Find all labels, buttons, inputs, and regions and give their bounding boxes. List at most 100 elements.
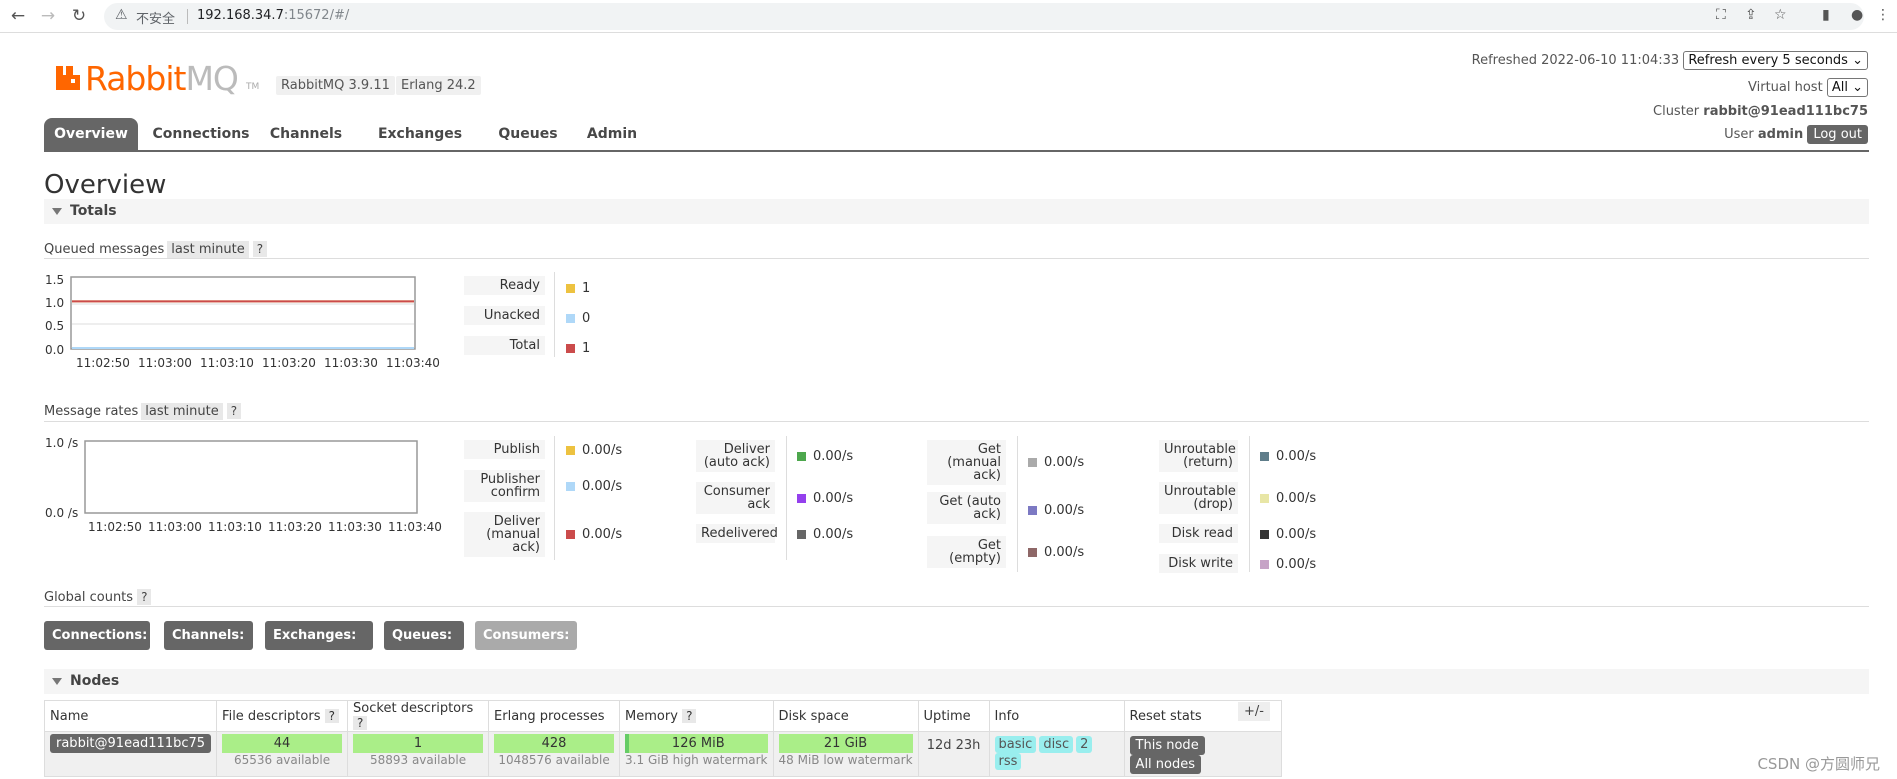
- help-button[interactable]: ?: [137, 589, 152, 605]
- logout-button[interactable]: Log out: [1807, 125, 1868, 144]
- vhost-select[interactable]: All ⌄: [1826, 78, 1868, 97]
- queues-count-button[interactable]: Queues: 7: [384, 621, 464, 672]
- x-tick-label: 11:03:40: [386, 356, 440, 370]
- rate-label-redelivered: Redelivered: [696, 524, 778, 543]
- menu-icon[interactable]: ⋮: [1876, 7, 1890, 23]
- star-icon[interactable]: ☆: [1774, 7, 1787, 23]
- col-header-uptime-text: Uptime: [923, 708, 971, 724]
- rate-value-text: 0.00/s: [1276, 557, 1317, 572]
- global-counts-header: Global counts?: [44, 589, 152, 605]
- col-header-disk-space: Disk space: [772, 700, 919, 732]
- rate-label-publisher-confirm: Publisher confirm: [464, 470, 545, 502]
- refresh-select[interactable]: Refresh every 5 seconds ⌄: [1683, 51, 1868, 70]
- column-toggle-button[interactable]: +/-: [1238, 702, 1270, 721]
- back-icon[interactable]: ←: [6, 4, 30, 28]
- rates-label: Message rates: [44, 404, 139, 419]
- legend-swatch: [566, 482, 575, 491]
- rate-value-text: 0.00/s: [582, 527, 623, 542]
- col-header-file-descriptors: File descriptors ?: [216, 700, 349, 732]
- logo-text-rabbit: Rabbit: [85, 59, 186, 98]
- rate-label-consumer-ack: Consumer ack: [696, 482, 775, 514]
- legend-swatch: [566, 284, 575, 293]
- tab-queues[interactable]: Queues: [488, 118, 568, 151]
- forward-icon[interactable]: →: [36, 4, 60, 28]
- rate-value-redelivered: 0.00/s: [797, 527, 853, 542]
- legend-swatch: [1260, 560, 1269, 569]
- col-header-info: Info: [988, 700, 1125, 732]
- legend-swatch: [1028, 458, 1037, 467]
- chevron-down-icon: ⌄: [1852, 80, 1863, 95]
- col-header-reset-text: Reset stats: [1129, 708, 1202, 724]
- rate-value-consumer-ack: 0.00/s: [797, 491, 853, 506]
- reset-all-nodes-button[interactable]: All nodes: [1129, 755, 1202, 774]
- collapse-triangle-icon: [52, 678, 62, 685]
- share-icon[interactable]: ⇪: [1745, 7, 1757, 23]
- legend-swatch: [1028, 506, 1037, 515]
- cluster-name[interactable]: rabbit@91ead111bc75: [1703, 104, 1868, 119]
- help-button[interactable]: ?: [252, 241, 268, 257]
- rate-label-publish: Publish: [464, 440, 545, 459]
- rate-value-deliver-auto: 0.00/s: [797, 449, 853, 464]
- cell-erlang-processes: 428 1048576 available: [488, 731, 621, 777]
- rate-value-text: 0.00/s: [1044, 545, 1085, 560]
- vhost-label: Virtual host: [1748, 80, 1823, 95]
- help-button[interactable]: ?: [226, 403, 242, 419]
- address-bar[interactable]: ⚠ 不安全 192.168.34.7:15672/#/: [104, 3, 1864, 30]
- help-button[interactable]: ?: [324, 708, 339, 723]
- translate-icon[interactable]: ⛶: [1716, 7, 1726, 23]
- info-badge-disc: disc: [1039, 736, 1074, 753]
- connections-count-button[interactable]: Connections: 1: [44, 621, 150, 672]
- channels-count-button[interactable]: Channels: 4: [164, 621, 253, 672]
- tab-connections[interactable]: Connections: [150, 118, 252, 151]
- legend-label-ready: Ready: [464, 276, 545, 295]
- legend-value-text: 1: [582, 281, 591, 296]
- cell-uptime: 12d 23h: [917, 731, 990, 777]
- rate-label-unroutable-drop: Unroutable (drop): [1159, 482, 1238, 514]
- y-tick-label: 0.0 /s: [45, 506, 79, 520]
- exchanges-count-button[interactable]: Exchanges: 11: [265, 621, 373, 672]
- col-header-fd-text: File descriptors: [222, 708, 321, 724]
- totals-section-header[interactable]: Totals: [44, 199, 1869, 224]
- global-counts-label: Global counts: [44, 590, 134, 605]
- legend-value-total: 1: [566, 341, 590, 356]
- memory-watermark: 3.1 GiB high watermark: [625, 753, 768, 767]
- queued-label: Queued messages: [44, 242, 165, 257]
- divider: [44, 421, 1869, 422]
- queued-messages-chart: [70, 276, 416, 350]
- sidepanel-icon[interactable]: ▮: [1822, 7, 1830, 23]
- ep-bar: 428: [494, 734, 615, 753]
- reset-this-node-button[interactable]: This node: [1129, 736, 1205, 755]
- rate-label-disk-write: Disk write: [1159, 554, 1238, 573]
- uptime-value: 12d 23h: [926, 738, 981, 753]
- help-button[interactable]: ?: [682, 708, 697, 723]
- col-header-socket-descriptors: Socket descriptors ?: [347, 700, 490, 732]
- message-rates-header: Message rates last minute?: [44, 403, 242, 420]
- rate-value-publisher-confirm: 0.00/s: [566, 479, 622, 494]
- legend-swatch: [1260, 530, 1269, 539]
- col-header-name-text: Name: [50, 708, 89, 724]
- y-tick-label: 1.0 /s: [45, 436, 79, 450]
- queued-range-select[interactable]: last minute: [167, 241, 249, 258]
- rates-range-select[interactable]: last minute: [141, 403, 223, 420]
- node-name-link[interactable]: rabbit@91ead111bc75: [50, 734, 212, 753]
- col-header-disk-text: Disk space: [778, 708, 849, 724]
- legend-swatch: [566, 446, 575, 455]
- col-header-name: Name: [43, 700, 218, 732]
- help-button[interactable]: ?: [353, 716, 368, 730]
- consumers-count-button[interactable]: Consumers: 3: [475, 621, 577, 672]
- legend-divider: [554, 436, 555, 560]
- nodes-section-header[interactable]: Nodes: [44, 669, 1869, 694]
- tab-exchanges[interactable]: Exchanges: [367, 118, 473, 151]
- url-text[interactable]: 192.168.34.7:15672/#/: [197, 8, 349, 23]
- tab-admin[interactable]: Admin: [572, 118, 652, 151]
- profile-icon[interactable]: ●: [1851, 7, 1863, 23]
- tab-channels[interactable]: Channels: [266, 118, 346, 151]
- tab-underline: [44, 150, 1869, 152]
- reload-icon[interactable]: ↻: [67, 4, 91, 28]
- rate-value-text: 0.00/s: [1276, 527, 1317, 542]
- rabbit-logo-icon: [56, 66, 80, 90]
- tab-overview[interactable]: Overview: [44, 118, 138, 151]
- legend-label-unacked: Unacked: [464, 306, 545, 325]
- legend-swatch: [1260, 494, 1269, 503]
- erlang-badge: Erlang 24.2: [396, 76, 481, 95]
